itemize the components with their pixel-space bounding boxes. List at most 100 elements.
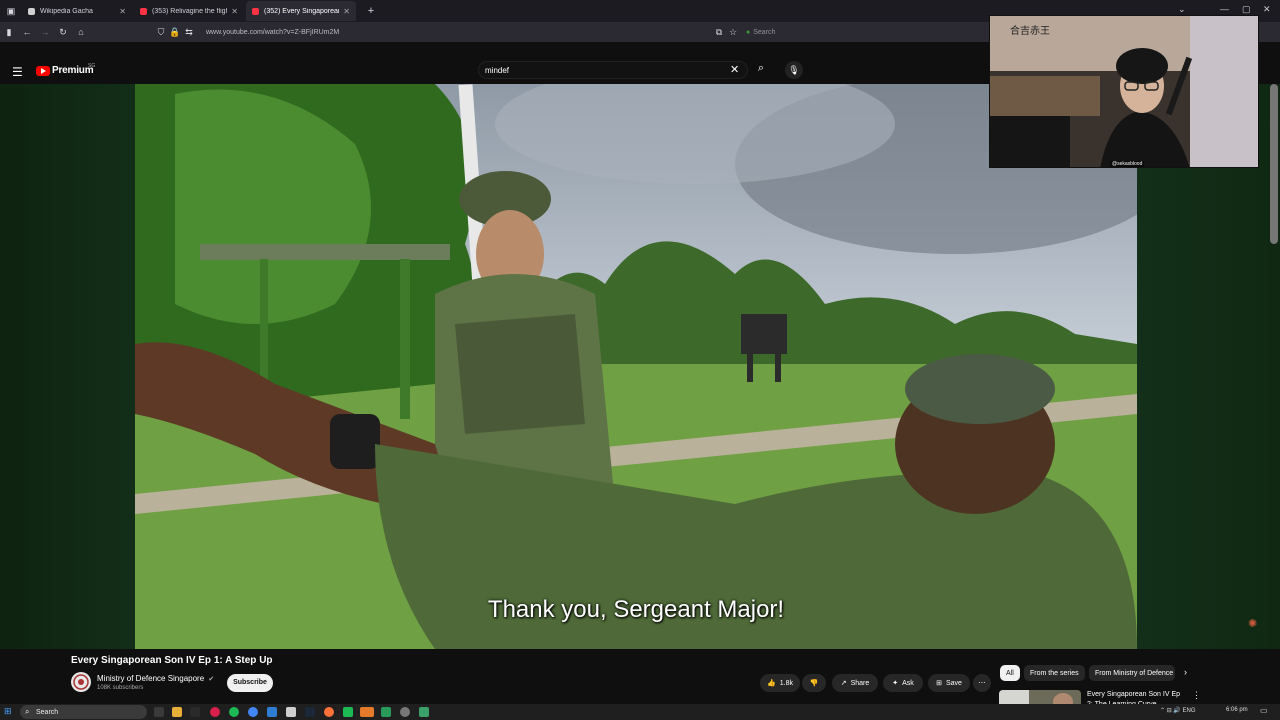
- spotify-icon[interactable]: [229, 707, 239, 717]
- taskbar-app-icon[interactable]: [267, 707, 277, 717]
- file-explorer-icon[interactable]: [172, 707, 182, 717]
- webcam-handle: @sekasblood: [1110, 161, 1145, 167]
- youtube-premium-logo[interactable]: Premium SG: [36, 63, 96, 76]
- opera-gx-icon[interactable]: [210, 707, 220, 717]
- subscriber-count: 108K subscribers: [97, 685, 144, 691]
- chip-from-mindef[interactable]: From Ministry of Defence: [1089, 665, 1175, 681]
- bookmark-star-icon[interactable]: ☆: [724, 27, 742, 38]
- chrome-icon[interactable]: [248, 707, 258, 717]
- minimize-window-icon[interactable]: —: [1220, 4, 1229, 14]
- share-icon: ↗: [840, 680, 847, 687]
- thumbs-up-icon: 👍: [767, 680, 776, 687]
- channel-avatar[interactable]: [71, 672, 91, 692]
- more-actions-button[interactable]: ⋯: [973, 674, 991, 692]
- save-button[interactable]: ⊞ Save: [928, 674, 970, 692]
- taskbar-search-icon: ⌕: [25, 707, 30, 716]
- chip-all[interactable]: All: [1000, 665, 1020, 681]
- video-frame-image: [135, 84, 1137, 649]
- taskbar-clock[interactable]: 6:06 pm: [1226, 707, 1248, 713]
- browser-search-field[interactable]: ● Search: [746, 24, 986, 40]
- taskbar-app-icon[interactable]: [400, 707, 410, 717]
- taskbar-app-icon[interactable]: [381, 707, 391, 717]
- close-window-icon[interactable]: ✕: [1263, 4, 1271, 15]
- microphone-icon[interactable]: 🎙: [785, 61, 803, 79]
- maximize-window-icon[interactable]: ▢: [1242, 4, 1251, 15]
- webcam-image: [990, 16, 1258, 167]
- windows-start-icon[interactable]: ⊞: [4, 706, 12, 717]
- related-more-icon[interactable]: ⋮: [1192, 690, 1201, 701]
- taskbar-app-icon[interactable]: [419, 707, 429, 717]
- close-tab-icon[interactable]: ✕: [343, 7, 350, 16]
- like-button[interactable]: 👍 1.8k: [760, 674, 800, 692]
- chips-next-chevron-icon[interactable]: ›: [1184, 667, 1187, 677]
- tab-list-icon[interactable]: ▣: [2, 6, 20, 17]
- video-player[interactable]: Thank you, Sergeant Major!: [135, 84, 1137, 649]
- video-subtitle: Thank you, Sergeant Major!: [487, 596, 785, 623]
- taskbar-app-icon[interactable]: [343, 707, 353, 717]
- address-bar[interactable]: ⛉ 🔒 ⇆ www.youtube.com/watch?v=Z-BFjIRUm2…: [150, 24, 740, 40]
- search-icon[interactable]: ⌕: [752, 62, 770, 78]
- firefox-icon[interactable]: [324, 707, 334, 717]
- like-count: 1.8k: [779, 679, 793, 687]
- close-tab-icon[interactable]: ✕: [119, 7, 126, 16]
- taskbar-search[interactable]: ⌕ Search: [20, 705, 147, 719]
- youtube-favicon-icon: [140, 7, 147, 15]
- extension-crab-icon[interactable]: ✺: [1248, 617, 1262, 631]
- wikipedia-favicon-icon: [28, 7, 35, 15]
- tab-title: (352) Every Singaporean So...: [264, 7, 340, 15]
- ask-label: Ask: [902, 679, 914, 687]
- active-app-icon[interactable]: [360, 707, 374, 717]
- save-label: Save: [945, 679, 962, 687]
- save-playlist-icon: ⊞: [936, 680, 942, 687]
- back-arrow-icon[interactable]: ←: [18, 27, 36, 37]
- hamburger-menu-icon[interactable]: ☰: [12, 65, 23, 79]
- ask-button[interactable]: ✦ Ask: [883, 674, 923, 692]
- forward-arrow-icon[interactable]: →: [36, 27, 54, 37]
- share-label: Share: [850, 679, 870, 687]
- taskbar-search-label: Search: [36, 708, 59, 716]
- dislike-button[interactable]: 👎: [802, 674, 826, 692]
- youtube-play-logo-icon: [36, 65, 50, 76]
- reload-icon[interactable]: ↻: [54, 27, 72, 38]
- tab-title: (353) Relivagine the flight - ...: [152, 7, 227, 15]
- channel-name-text: Ministry of Defence Singapore: [97, 674, 205, 683]
- browser-search-placeholder: Search: [753, 28, 776, 36]
- taskbar-app-icon[interactable]: [154, 707, 164, 717]
- taskbar-app-icon[interactable]: [286, 707, 296, 717]
- chip-from-the-series[interactable]: From the series: [1024, 665, 1085, 681]
- logo-country: SG: [88, 63, 96, 69]
- search-engine-icon: ●: [746, 28, 751, 36]
- notification-icon[interactable]: ▭: [1260, 706, 1268, 715]
- language-indicator: ENG: [1182, 708, 1196, 714]
- channel-name[interactable]: Ministry of Defence Singapore ✔: [97, 674, 214, 683]
- permissions-icon: ⇆: [185, 26, 193, 37]
- url-text: www.youtube.com/watch?v=Z-BFjIRUm2M: [206, 28, 340, 36]
- more-horizontal-icon: ⋯: [978, 680, 986, 687]
- taskbar-app-icon[interactable]: [190, 707, 200, 717]
- close-tab-icon[interactable]: ✕: [231, 7, 238, 16]
- share-button[interactable]: ↗ Share: [832, 674, 878, 692]
- youtube-search-input[interactable]: mindef: [478, 61, 748, 79]
- tray-chevron-icon: ⌃ ⊟ 🔊: [1160, 708, 1183, 714]
- thumbs-down-icon: 👎: [809, 680, 819, 687]
- clear-search-icon[interactable]: ✕: [730, 63, 739, 76]
- steam-icon[interactable]: [305, 707, 315, 717]
- verified-icon: ✔: [208, 676, 215, 683]
- tab-relivagine[interactable]: (353) Relivagine the flight - ... ✕: [134, 1, 244, 21]
- video-title: Every Singaporean Son IV Ep 1: A Step Up: [71, 655, 273, 666]
- new-tab-icon[interactable]: +: [362, 5, 380, 17]
- tab-every-singaporean-son[interactable]: (352) Every Singaporean So... ✕: [246, 1, 356, 21]
- system-tray[interactable]: ⌃ ⊟ 🔊 ENG: [1160, 707, 1196, 714]
- youtube-favicon-icon: [252, 7, 259, 15]
- sidebar-toggle-icon[interactable]: ▮: [0, 27, 18, 38]
- sparkle-icon: ✦: [892, 680, 899, 687]
- subscribe-button[interactable]: Subscribe: [227, 674, 273, 692]
- home-icon[interactable]: ⌂: [72, 27, 90, 37]
- tab-title: Wikipedia Gacha: [40, 7, 93, 15]
- page-scrollbar[interactable]: [1270, 84, 1278, 244]
- mindef-crest-icon: [73, 674, 89, 690]
- streamer-webcam-overlay: 合吉赤王 @sekasblood: [989, 15, 1259, 168]
- tab-wikipedia-gacha[interactable]: Wikipedia Gacha ✕: [22, 1, 132, 21]
- tab-overflow-chevron-icon[interactable]: ⌄: [1178, 4, 1186, 15]
- webcam-sign-text: 合吉赤王: [1010, 26, 1050, 37]
